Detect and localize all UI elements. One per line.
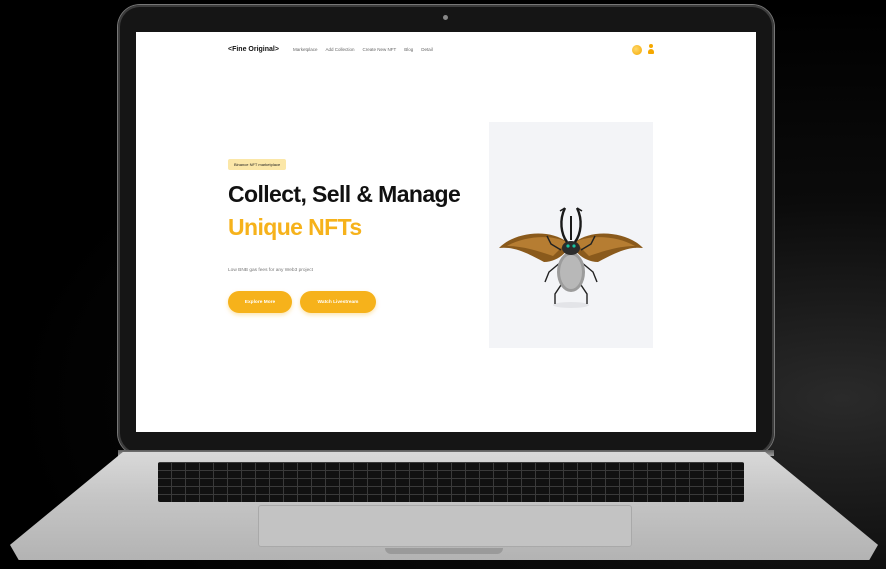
nav-link-add-collection[interactable]: Add Collection	[325, 47, 354, 52]
nav-link-detail[interactable]: Detail	[421, 47, 433, 52]
laptop-front-notch	[385, 548, 503, 554]
laptop-keyboard	[158, 462, 744, 502]
beetle-nft-image	[489, 122, 653, 348]
user-icon[interactable]	[648, 44, 654, 55]
explore-more-button[interactable]: Explore More	[228, 291, 292, 313]
screen: <Fine Original> Marketplace Add Collecti…	[136, 32, 756, 432]
hero-title-accent: Unique NFTs	[228, 214, 362, 240]
nav-link-create-nft[interactable]: Create New NFT	[363, 47, 397, 52]
hero-title: Collect, Sell & Manage	[228, 181, 461, 207]
coin-icon[interactable]	[632, 44, 642, 55]
beetle-illustration	[499, 207, 643, 308]
top-nav: <Fine Original> Marketplace Add Collecti…	[228, 46, 433, 53]
camera-icon	[443, 15, 448, 20]
laptop-trackpad	[258, 505, 632, 547]
nav-link-marketplace[interactable]: Marketplace	[293, 47, 318, 52]
nav-icons	[632, 44, 654, 55]
brand-logo[interactable]: <Fine Original>	[228, 46, 279, 53]
watch-livestream-button[interactable]: Watch Livestream	[300, 291, 376, 313]
hero-badge: Binance NFT marketplace	[228, 159, 287, 170]
nav-link-blog[interactable]: Blog	[404, 47, 413, 52]
laptop-lid: <Fine Original> Marketplace Add Collecti…	[118, 5, 774, 455]
hero-subtitle: Low BNB gas fees for any Web3 project	[228, 268, 313, 273]
